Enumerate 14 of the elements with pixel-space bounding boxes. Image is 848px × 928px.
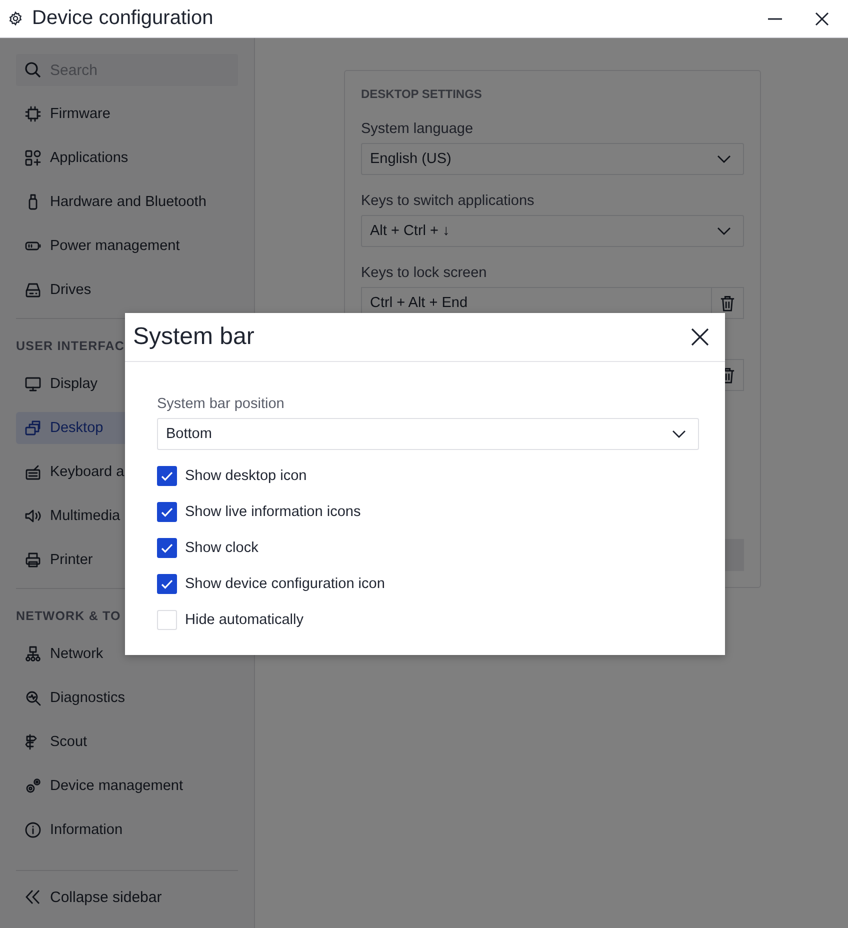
checkbox-label: Show clock <box>185 540 258 556</box>
field-label: System bar position <box>157 396 286 414</box>
section-heading: DESKTOP SETTINGS <box>361 87 483 103</box>
dialog-title: System bar <box>133 323 254 351</box>
section-heading: NETWORK & TO <box>16 609 121 625</box>
field-label: Keys to switch applications <box>361 193 536 211</box>
field-label: System language <box>361 121 474 139</box>
window-title: Device configuration <box>32 7 214 30</box>
checkbox-label: Show desktop icon <box>185 468 307 484</box>
checkbox-label: Show live information icons <box>185 504 361 520</box>
checkbox-label: Show device configuration icon <box>185 576 385 592</box>
checkbox-label: Hide automatically <box>185 612 304 628</box>
section-heading: USER INTERFAC <box>16 339 125 355</box>
field-label: Keys to lock screen <box>361 265 488 283</box>
